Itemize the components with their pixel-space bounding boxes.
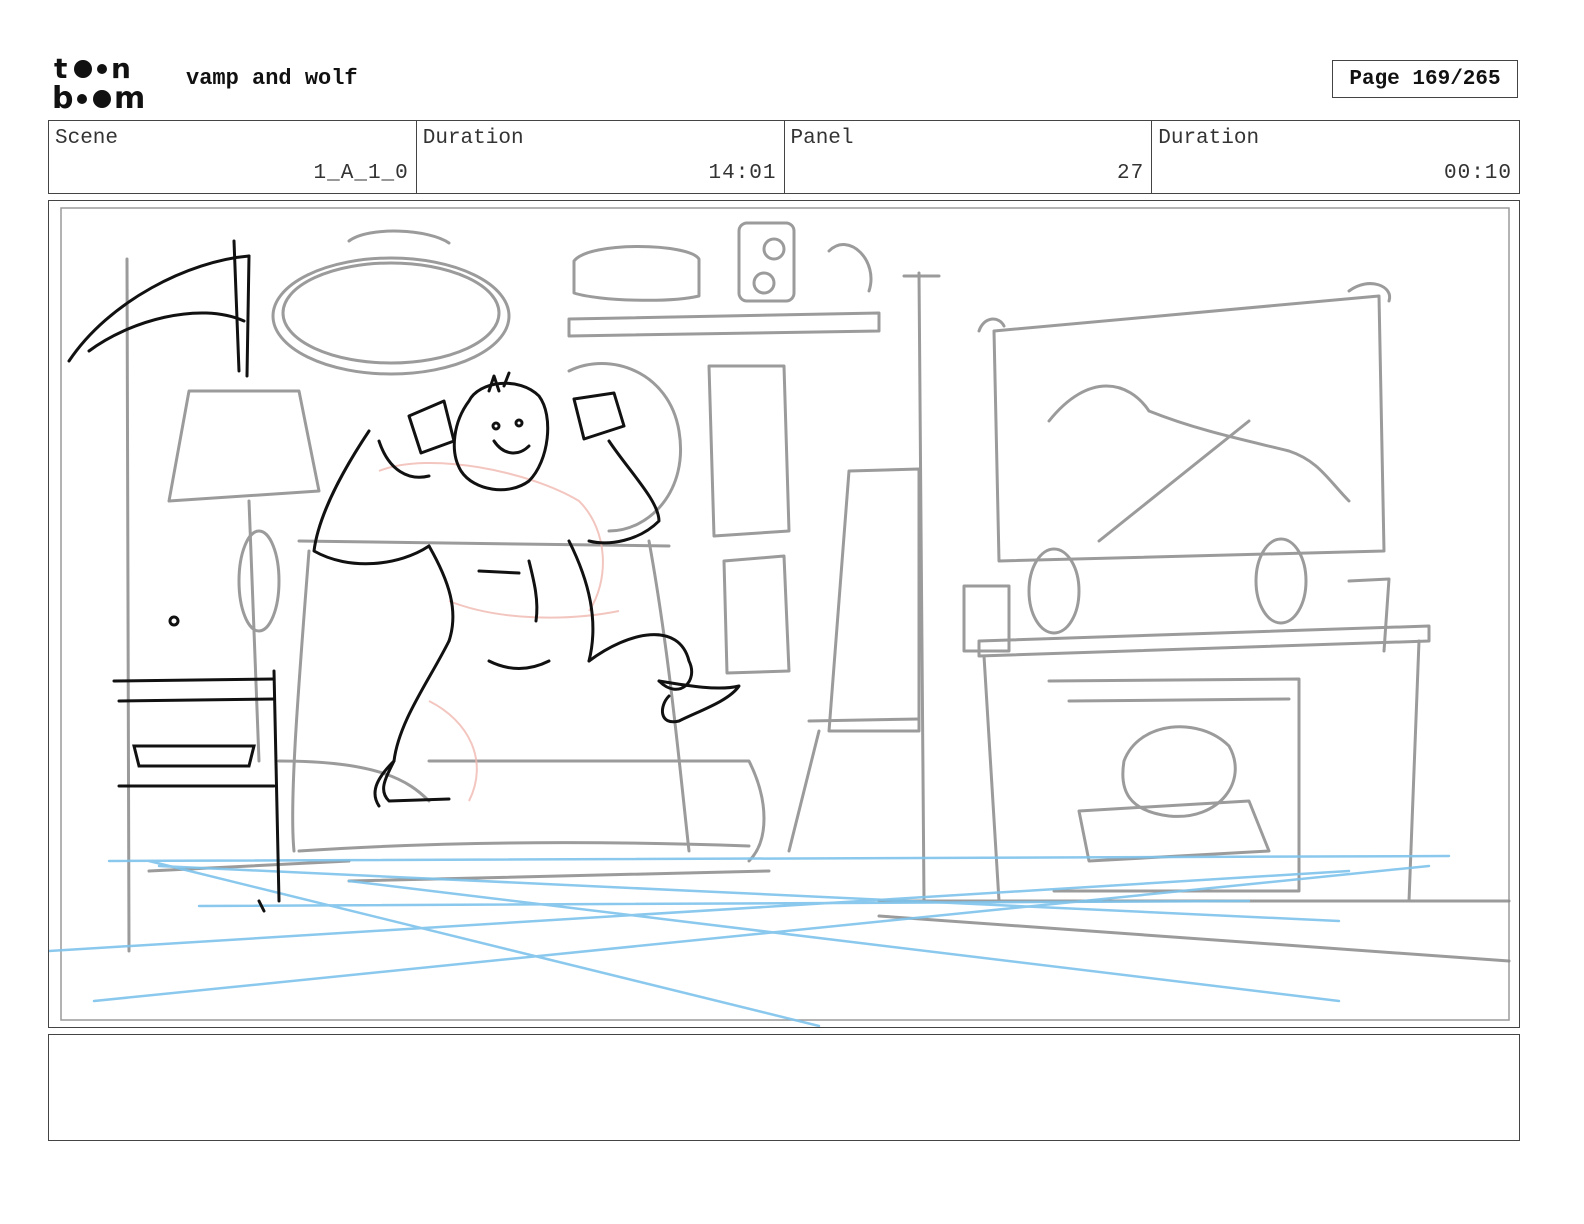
panel-notes bbox=[48, 1034, 1520, 1141]
toon-boom-logo: t n b m bbox=[52, 52, 164, 116]
scene-duration-label: Duration bbox=[422, 127, 524, 150]
panel-sketch bbox=[49, 207, 1511, 1027]
scene-label: Scene bbox=[55, 127, 119, 150]
panel-label: Panel bbox=[790, 127, 854, 150]
scene-value: 1_A_1_0 bbox=[313, 162, 409, 185]
panel-duration-cell: Duration 00:10 bbox=[1152, 121, 1519, 193]
panel-duration-label: Duration bbox=[1158, 127, 1260, 150]
panel-duration-value: 00:10 bbox=[1443, 162, 1512, 185]
panel-cell: Panel 27 bbox=[785, 121, 1153, 193]
project-title: vamp and wolf bbox=[186, 66, 358, 91]
scene-duration-cell: Duration 14:01 bbox=[417, 121, 785, 193]
scene-duration-value: 14:01 bbox=[708, 162, 777, 185]
svg-text:b: b bbox=[52, 81, 73, 112]
character-underdrawing bbox=[378, 461, 620, 802]
panel-info-row: Scene 1_A_1_0 Duration 14:01 Panel 27 Du… bbox=[48, 120, 1520, 194]
page-label: Page 169/265 bbox=[1349, 67, 1501, 91]
storyboard-panel bbox=[48, 200, 1520, 1028]
svg-text:m: m bbox=[114, 81, 145, 112]
background-sketch bbox=[125, 221, 1511, 963]
page-indicator: Page 169/265 bbox=[1332, 60, 1518, 98]
lamp-sketch bbox=[67, 239, 281, 913]
scene-cell: Scene 1_A_1_0 bbox=[49, 121, 417, 193]
character-sketch bbox=[312, 371, 741, 808]
panel-value: 27 bbox=[1117, 162, 1145, 185]
